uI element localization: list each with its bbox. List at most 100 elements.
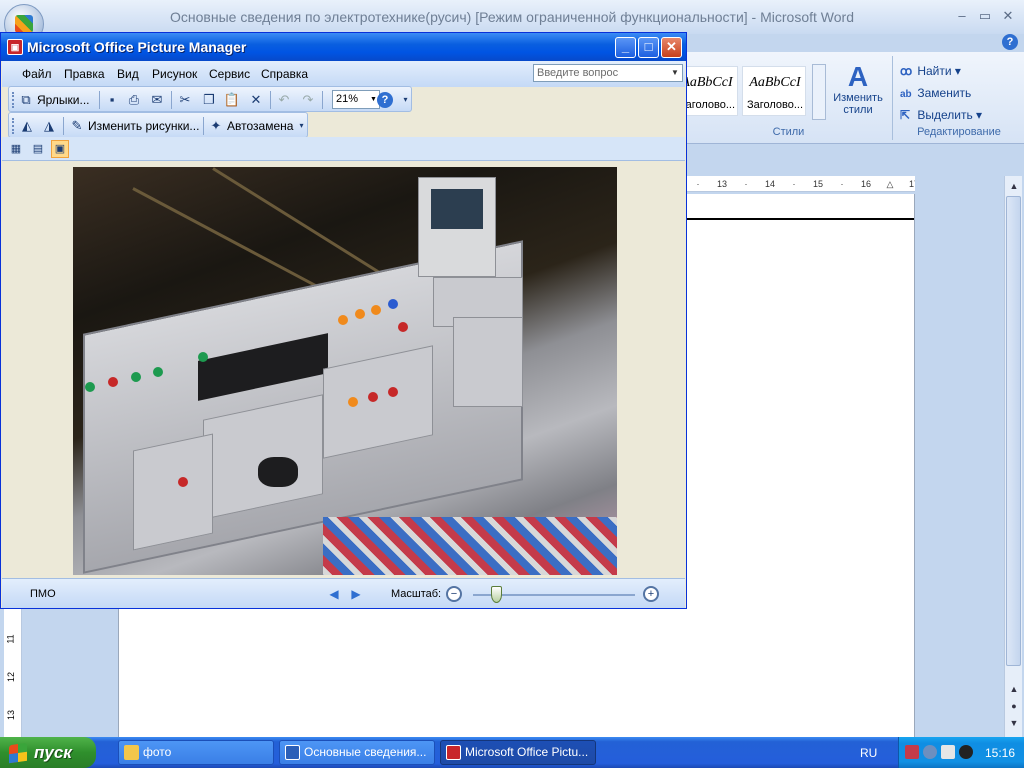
styles-gallery-scroll[interactable]	[812, 64, 826, 120]
find-button[interactable]: ꝏ Найти ▾	[896, 60, 1020, 82]
change-styles-label: Изменить стили	[833, 92, 883, 116]
network-icon[interactable]	[905, 745, 919, 759]
vertical-scrollbar[interactable]: ▲ ▲ ● ▼	[1004, 176, 1022, 737]
zoom-out-icon[interactable]: −	[446, 586, 462, 602]
vruler-tick: 13	[6, 709, 17, 721]
pm-menubar: Файл Правка Вид Рисунок Сервис Справка В…	[2, 61, 685, 87]
chevron-down-icon[interactable]: ▼	[669, 66, 681, 80]
toolbar-options-icon[interactable]: ▾	[401, 95, 410, 109]
edit-pictures-icon: ✎	[71, 118, 83, 133]
help-icon[interactable]: ?	[377, 92, 393, 108]
menu-picture[interactable]: Рисунок	[152, 67, 197, 81]
email-icon[interactable]: ✉	[148, 91, 166, 109]
word-minimize-button[interactable]: –	[952, 8, 972, 24]
toolbar-grip[interactable]	[12, 92, 15, 108]
ruler-tick: 13	[716, 179, 727, 189]
change-styles-button[interactable]: A Изменить стили	[830, 62, 886, 124]
photo-detail	[348, 397, 358, 407]
ruler-indent-marker[interactable]: △	[878, 176, 902, 191]
scroll-up-icon[interactable]: ▲	[1006, 681, 1022, 697]
word-doc-icon	[285, 745, 300, 760]
word-close-button[interactable]: ✕	[998, 8, 1018, 24]
scroll-up-icon[interactable]: ▲	[1006, 178, 1022, 194]
picture-canvas	[2, 162, 685, 578]
ribbon-group-separator	[892, 56, 893, 140]
menu-file[interactable]: Файл	[22, 67, 52, 81]
pm-maximize-button[interactable]: □	[638, 37, 659, 58]
volume-icon[interactable]	[923, 745, 937, 759]
taskbar-item-photos[interactable]: фото	[118, 740, 274, 765]
thumbnail-view-icon[interactable]: ▦	[7, 140, 25, 158]
editing-group: ꝏ Найти ▾ ab Заменить ⇱ Выделить ▾	[896, 60, 1020, 126]
taskbar: пуск фото Основные сведения... Microsoft…	[0, 737, 1024, 768]
cut-icon[interactable]: ✂	[176, 91, 194, 109]
picture-manager-icon: ▣	[7, 39, 23, 55]
auto-correct-button[interactable]: Автозамена	[227, 116, 293, 136]
select-label: Выделить ▾	[917, 108, 983, 122]
toolbar-grip[interactable]	[12, 118, 15, 134]
toolbar-separator	[322, 91, 323, 109]
menu-help[interactable]: Справка	[261, 67, 308, 81]
word-maximize-button[interactable]: ▭	[975, 8, 995, 24]
menu-edit[interactable]: Правка	[64, 67, 105, 81]
page-header-line	[686, 218, 914, 220]
copy-icon[interactable]: ❐	[200, 91, 218, 109]
ask-question-input[interactable]: Введите вопрос ▼	[533, 64, 683, 82]
redo-icon[interactable]: ↷	[299, 91, 317, 109]
zoom-in-icon[interactable]: +	[643, 586, 659, 602]
editing-group-label: Редактирование	[917, 126, 1001, 138]
browse-object-icon[interactable]: ●	[1006, 698, 1022, 714]
pm-titlebar[interactable]: ▣ Microsoft Office Picture Manager _ □ ✕	[1, 33, 686, 61]
horizontal-ruler[interactable]: ·13·14·15·16△17·	[686, 176, 915, 192]
picture-manager-window: ▣ Microsoft Office Picture Manager _ □ ✕…	[0, 32, 687, 609]
taskbar-item-word[interactable]: Основные сведения...	[279, 740, 435, 765]
view-switcher: ▦ ▤ ▣	[2, 137, 685, 161]
zoom-value: 21%	[336, 93, 359, 105]
scrollbar-thumb[interactable]	[1006, 196, 1021, 666]
previous-picture-icon[interactable]: ◀	[328, 587, 340, 601]
photo-detail	[338, 315, 348, 325]
word-ribbon: AaBbCcI Заголово... AaBbCcI Заголово... …	[674, 52, 1024, 144]
save-icon[interactable]: ▪	[103, 91, 121, 109]
media-icon[interactable]	[959, 745, 973, 759]
scroll-down-icon[interactable]: ▼	[1006, 715, 1022, 731]
next-picture-icon[interactable]: ▶	[350, 587, 362, 601]
start-button[interactable]: пуск	[0, 737, 96, 768]
replace-button[interactable]: ab Заменить	[896, 82, 1020, 104]
delete-icon[interactable]: ✕	[247, 91, 265, 109]
word-help-icon[interactable]: ?	[1002, 34, 1018, 50]
print-icon[interactable]: ⎙	[125, 91, 143, 109]
select-button[interactable]: ⇱ Выделить ▾	[896, 104, 1020, 126]
toolbar-options-icon[interactable]: ▾	[297, 121, 306, 135]
style-sample: AaBbCcI	[749, 75, 801, 90]
menu-tools[interactable]: Сервис	[209, 67, 250, 81]
zoom-slider-thumb[interactable]	[491, 586, 502, 603]
rotate-left-icon[interactable]: ◭	[18, 117, 36, 135]
system-tray: 15:16	[898, 737, 1024, 768]
pm-minimize-button[interactable]: _	[615, 37, 636, 58]
clock[interactable]: 15:16	[985, 746, 1015, 760]
style-heading-2[interactable]: AaBbCcI Заголово...	[742, 66, 806, 116]
pm-close-button[interactable]: ✕	[661, 37, 682, 58]
ask-question-placeholder: Введите вопрос	[537, 67, 619, 79]
undo-icon[interactable]: ↶	[275, 91, 293, 109]
paste-icon[interactable]: 📋	[223, 91, 241, 109]
replace-icon: ab	[900, 89, 912, 100]
menu-view[interactable]: Вид	[117, 67, 139, 81]
rotate-right-icon[interactable]: ◮	[40, 117, 58, 135]
single-picture-view-icon[interactable]: ▣	[51, 140, 69, 158]
language-indicator[interactable]: RU	[860, 746, 877, 760]
cab-console-photo[interactable]	[73, 167, 617, 575]
filmstrip-view-icon[interactable]: ▤	[29, 140, 47, 158]
taskbar-item-picture-manager[interactable]: Microsoft Office Pictu...	[440, 740, 596, 765]
antivirus-icon[interactable]	[941, 745, 955, 759]
auto-correct-icon: ✦	[210, 118, 222, 133]
zoom-select[interactable]: 21% ▼	[332, 90, 380, 109]
status-file-label: ПМО	[30, 588, 56, 600]
shortcuts-button[interactable]: Ярлыки...	[37, 90, 90, 110]
edit-pictures-button[interactable]: Изменить рисунки...	[88, 116, 199, 136]
ruler-tick: 14	[764, 179, 775, 189]
vertical-ruler[interactable]: 11 12 13	[4, 608, 22, 737]
toolbar-separator	[270, 91, 271, 109]
replace-label: Заменить	[917, 86, 972, 100]
